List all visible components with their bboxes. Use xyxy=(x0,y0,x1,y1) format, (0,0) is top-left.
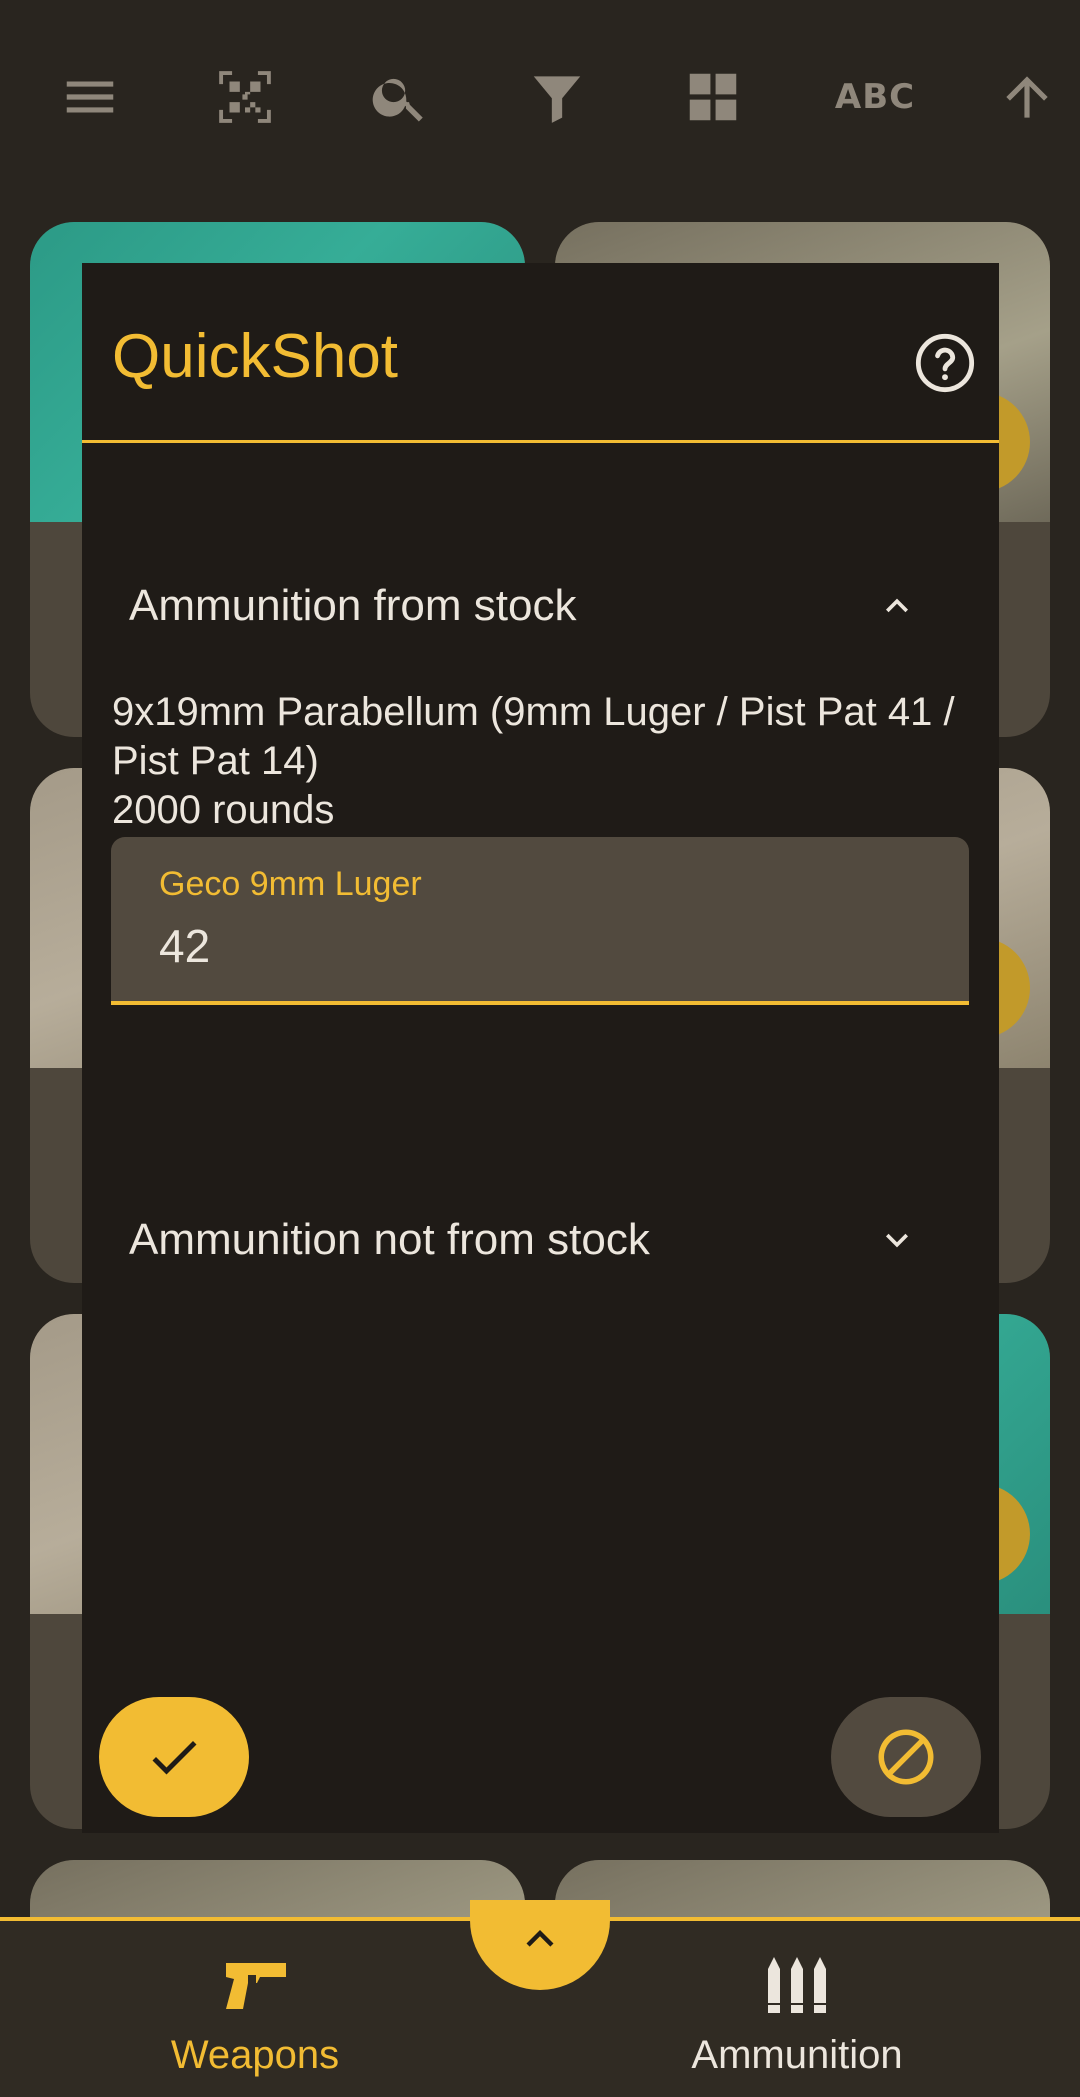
section-ammo-not-from-stock[interactable]: Ammunition not from stock xyxy=(82,1190,999,1290)
section-ammo-from-stock[interactable]: Ammunition from stock xyxy=(82,556,999,656)
sort-arrow-up-icon xyxy=(1006,76,1048,118)
title-divider xyxy=(82,440,999,443)
block-icon xyxy=(878,1729,934,1785)
confirm-button[interactable] xyxy=(99,1697,249,1817)
menu-button[interactable] xyxy=(45,52,135,142)
dialog-title: QuickShot xyxy=(112,322,399,391)
nav-ammunition-label: Ammunition xyxy=(691,2033,903,2077)
search-button[interactable] xyxy=(355,52,445,142)
qr-code-icon xyxy=(219,71,271,123)
filter-button[interactable] xyxy=(512,52,602,142)
amount-field[interactable]: Geco 9mm Luger xyxy=(111,837,969,1005)
amount-field-label: Geco 9mm Luger xyxy=(159,865,422,903)
quickshot-dialog: QuickShot Ammunition from stock 9x19mm P… xyxy=(82,263,999,1833)
filter-icon xyxy=(533,76,581,123)
bullets-icon xyxy=(762,1955,832,2015)
sort-abc-button[interactable]: ABC xyxy=(825,52,925,142)
stock-item-description: 9x19mm Parabellum (9mm Luger / Pist Pat … xyxy=(112,688,962,835)
nav-weapons-label: Weapons xyxy=(170,2033,340,2077)
grid-view-button[interactable] xyxy=(668,52,758,142)
help-icon xyxy=(915,333,975,393)
menu-icon xyxy=(66,81,114,113)
pistol-icon xyxy=(220,1955,290,2015)
chevron-up-icon xyxy=(875,584,919,628)
help-button[interactable] xyxy=(913,331,977,395)
stock-rounds: 2000 rounds xyxy=(112,788,335,832)
search-icon xyxy=(372,78,423,122)
section-label: Ammunition from stock xyxy=(129,581,577,630)
amount-input[interactable] xyxy=(159,919,919,973)
section-label: Ammunition not from stock xyxy=(129,1215,650,1264)
chevron-up-icon xyxy=(526,1930,554,1947)
sort-abc-icon: ABC xyxy=(834,77,916,117)
nav-weapons[interactable]: Weapons xyxy=(55,1921,455,2097)
check-icon xyxy=(152,1741,197,1775)
nav-ammunition[interactable]: Ammunition xyxy=(597,1921,997,2097)
cancel-button[interactable] xyxy=(831,1697,981,1817)
top-toolbar: ABC xyxy=(0,0,1080,190)
chevron-down-icon xyxy=(875,1218,919,1262)
grid-view-icon xyxy=(689,73,737,121)
qr-scan-button[interactable] xyxy=(200,52,290,142)
sort-direction-button[interactable] xyxy=(982,52,1072,142)
stock-caliber: 9x19mm Parabellum (9mm Luger / Pist Pat … xyxy=(112,690,955,783)
